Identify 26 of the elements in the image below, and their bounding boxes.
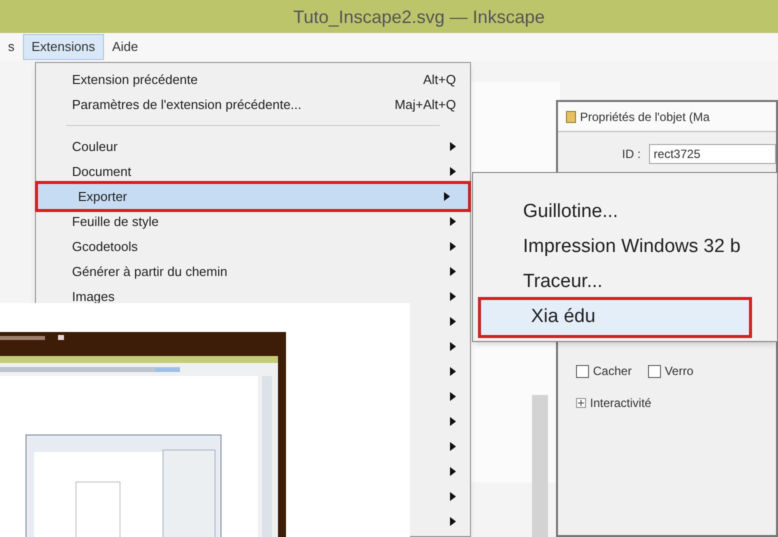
menu-item[interactable]: Exporter: [38, 184, 468, 209]
checkbox[interactable]: [576, 364, 589, 378]
menu-bar-item[interactable]: Extensions: [22, 34, 104, 60]
menu-item[interactable]: Document: [38, 159, 468, 184]
submenu-item[interactable]: Xia édu: [481, 300, 749, 335]
expander-label[interactable]: Interactivité: [590, 394, 652, 412]
menu-item[interactable]: Paramètres de l'extension précédente... Maj+Alt+Q: [38, 92, 468, 117]
submenu-item[interactable]: Traceur...: [473, 265, 777, 300]
menu-item[interactable]: Couleur: [38, 134, 468, 159]
menu-item[interactable]: Générer à partir du chemin: [38, 259, 468, 284]
menu-item[interactable]: Extension précédente Alt+Q: [38, 67, 468, 92]
submenu-item[interactable]: Impression Windows 32 b: [473, 230, 777, 265]
id-field[interactable]: rect3725: [648, 144, 776, 164]
checkbox-label[interactable]: Cacher: [593, 362, 632, 380]
checkbox[interactable]: [648, 364, 661, 378]
dialog-icon: [566, 110, 576, 122]
menu-bar-item[interactable]: Aide: [104, 34, 146, 60]
menu-item[interactable]: Gcodetools: [38, 234, 468, 259]
menu-item[interactable]: Feuille de style: [38, 209, 468, 234]
checkbox-label[interactable]: Verro: [664, 362, 694, 380]
dialog-title: Propriétés de l'objet (Ma: [580, 108, 710, 126]
window-title: Tuto_Inscape2.svg — Inkscape: [293, 8, 545, 26]
menu-bar-item[interactable]: s: [0, 34, 22, 60]
expander-icon[interactable]: [576, 398, 586, 408]
id-label: ID :: [622, 146, 641, 163]
submenu-item[interactable]: Guillotine...: [473, 195, 777, 230]
